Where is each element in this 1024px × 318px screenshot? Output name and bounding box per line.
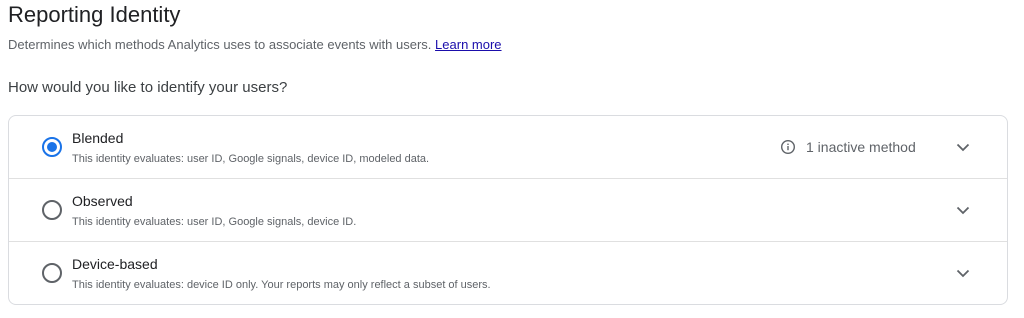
- chevron-down-icon: [956, 269, 970, 277]
- expand-device-based-button[interactable]: [952, 262, 974, 284]
- identity-options-list: Blended This identity evaluates: user ID…: [8, 115, 1008, 305]
- option-description: This identity evaluates: device ID only.…: [72, 279, 491, 291]
- option-label: Blended: [72, 130, 124, 146]
- option-observed[interactable]: Observed This identity evaluates: user I…: [9, 179, 1007, 242]
- page-subtitle: Determines which methods Analytics uses …: [8, 37, 502, 53]
- radio-device-based[interactable]: [42, 263, 62, 283]
- expand-blended-button[interactable]: [952, 136, 974, 158]
- learn-more-link[interactable]: Learn more: [435, 37, 501, 52]
- reporting-identity-panel: Reporting Identity Determines which meth…: [0, 0, 1024, 318]
- expand-observed-button[interactable]: [952, 199, 974, 221]
- status-text: 1 inactive method: [806, 139, 916, 155]
- radio-blended[interactable]: [42, 137, 62, 157]
- chevron-down-icon: [956, 143, 970, 151]
- radio-observed[interactable]: [42, 200, 62, 220]
- option-blended[interactable]: Blended This identity evaluates: user ID…: [9, 116, 1007, 179]
- page-title: Reporting Identity: [8, 2, 181, 27]
- option-device-based[interactable]: Device-based This identity evaluates: de…: [9, 242, 1007, 304]
- option-description: This identity evaluates: user ID, Google…: [72, 216, 357, 228]
- identity-question: How would you like to identify your user…: [8, 79, 288, 96]
- inactive-methods-status: 1 inactive method: [780, 137, 916, 157]
- chevron-down-icon: [956, 206, 970, 214]
- subtitle-text: Determines which methods Analytics uses …: [8, 37, 432, 52]
- info-icon: [780, 139, 796, 155]
- option-label: Device-based: [72, 256, 158, 272]
- option-label: Observed: [72, 193, 133, 209]
- option-description: This identity evaluates: user ID, Google…: [72, 153, 430, 165]
